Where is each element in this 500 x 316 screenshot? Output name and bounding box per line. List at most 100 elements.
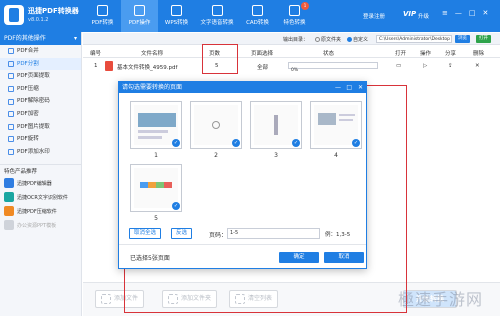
browse-button[interactable]: 浏览 — [455, 35, 470, 43]
checkbox-checked-icon[interactable]: ✓ — [292, 139, 300, 147]
sidebar: PDF的其他操作 ▾ PDF合并 PDF分割 PDF页面提取 PDF压缩 PDF解… — [0, 32, 82, 316]
confirm-button[interactable]: 确定 — [279, 252, 319, 263]
cad-icon — [252, 5, 263, 16]
nav-pdf-operations[interactable]: PDF操作 — [121, 0, 158, 32]
dialog-maximize-icon[interactable]: □ — [346, 82, 352, 93]
row-pages: 5 — [215, 63, 219, 69]
checkbox-checked-icon[interactable]: ✓ — [172, 202, 180, 210]
radio-icon — [315, 37, 320, 42]
recommend-title: 特色产品推荐 — [0, 164, 81, 176]
dialog-footer: 已选择5张页面 确定 取消 — [119, 244, 366, 268]
maximize-icon[interactable]: □ — [469, 9, 476, 17]
sidebar-item-pdf-rotate[interactable]: PDF旋转 — [0, 133, 81, 146]
nav-pdf-convert[interactable]: PDF转换 — [84, 0, 121, 32]
share-icon[interactable]: ⇪ — [448, 63, 453, 69]
delete-icon[interactable]: ✕ — [475, 63, 480, 69]
nav-special-convert[interactable]: 特色转换 1 — [276, 0, 313, 32]
add-file-button[interactable]: 添加文件 — [95, 290, 145, 308]
page-thumbnail-4[interactable]: ✓ — [310, 101, 362, 149]
sidebar-item-pdf-unlock[interactable]: PDF解除密码 — [0, 95, 81, 108]
vip-icon[interactable]: VIP — [403, 10, 416, 18]
top-nav: PDF转换 PDF操作 WPS转换 文字语音转换 CAD转换 特色转换 1 — [84, 0, 313, 32]
col-status: 状态 — [323, 51, 335, 57]
page-preview — [134, 105, 178, 145]
output-dir-label: 输出目录： — [283, 37, 309, 43]
split-icon — [8, 60, 14, 67]
rotate-icon — [8, 136, 14, 143]
operations-icon — [134, 5, 145, 16]
output-path-field[interactable]: C:\Users\Administrator\Desktop — [376, 35, 452, 43]
custom-folder-radio[interactable]: 自定义 — [347, 36, 368, 43]
sidebar-item-add-watermark[interactable]: PDF添加水印 — [0, 146, 81, 159]
operation-icon[interactable]: ▷ — [423, 63, 427, 69]
sidebar-item-pdf-split[interactable]: PDF分割 — [0, 57, 81, 71]
sidebar-item-pdf-merge[interactable]: PDF合并 — [0, 45, 81, 58]
app-name: 迅捷PDF转换器 — [28, 7, 79, 15]
recommend-app-pdf-editor[interactable]: 迅捷PDF编辑器 — [0, 176, 81, 190]
wps-icon — [171, 5, 182, 16]
pdf-editor-icon — [4, 178, 14, 189]
dialog-title-bar: 请勾选需要转换的页面 — □ ✕ — [119, 82, 366, 93]
add-folder-button[interactable]: 添加文件夹 — [162, 290, 218, 308]
selected-count-text: 已选择5张页面 — [130, 255, 170, 262]
invert-selection-button[interactable]: 反选 — [171, 228, 193, 239]
nav-wps-convert[interactable]: WPS转换 — [158, 0, 195, 32]
add-folder-icon — [168, 294, 178, 304]
login-register-link[interactable]: 登录注册 — [363, 12, 385, 20]
ocr-icon — [4, 192, 14, 203]
sidebar-item-page-extract[interactable]: PDF页面提取 — [0, 70, 81, 83]
window-controls: ≡ — □ ✕ — [442, 9, 488, 17]
nav-cad-convert[interactable]: CAD转换 — [239, 0, 276, 32]
page-range-label: 页码： — [209, 232, 228, 239]
conversion-progress-bar: 0% — [288, 62, 378, 73]
open-folder-button[interactable]: 打开 — [476, 35, 491, 43]
nav-text-speech[interactable]: 文字语音转换 — [195, 0, 239, 32]
page-range-example: 例：1,3-5 — [325, 232, 351, 238]
page-preview — [254, 105, 298, 145]
checkbox-checked-icon[interactable]: ✓ — [232, 139, 240, 147]
dialog-close-icon[interactable]: ✕ — [358, 82, 363, 93]
radio-checked-icon — [347, 37, 352, 42]
minimize-icon[interactable]: — — [455, 9, 462, 17]
dialog-actions: 取消全选 反选 页码： 1-5 例：1,3-5 — [129, 228, 359, 240]
col-open: 打开 — [395, 51, 407, 57]
table-row[interactable]: 1 基本文件转换_4959.pdf 5 全部 0% ▭ ▷ ⇪ ✕ — [83, 58, 500, 74]
extract-icon — [8, 73, 14, 80]
menu-icon[interactable]: ≡ — [442, 9, 448, 17]
page-label: 1 — [154, 152, 158, 159]
checkbox-checked-icon[interactable]: ✓ — [352, 139, 360, 147]
pdf-file-icon — [105, 61, 113, 71]
sidebar-item-pdf-compress[interactable]: PDF压缩 — [0, 83, 81, 96]
page-range-input[interactable]: 1-5 — [227, 228, 320, 239]
recommend-app-ppt[interactable]: 办公资源PPT模板 — [0, 218, 81, 232]
row-filename: 基本文件转换_4959.pdf — [117, 65, 178, 71]
page-thumbnail-3[interactable]: ✓ — [250, 101, 302, 149]
recommend-app-pdf-compress[interactable]: 迅捷PDF压缩软件 — [0, 204, 81, 218]
clear-list-button[interactable]: 清空列表 — [229, 290, 279, 308]
col-pages: 页数 — [209, 51, 221, 57]
sidebar-header[interactable]: PDF的其他操作 ▾ — [0, 32, 81, 45]
lock-icon — [8, 111, 14, 118]
checkbox-checked-icon[interactable]: ✓ — [172, 139, 180, 147]
site-watermark: 極速手游网 — [398, 290, 484, 309]
cancel-button[interactable]: 取消 — [324, 252, 364, 263]
chevron-down-icon: ▾ — [73, 35, 77, 42]
sidebar-item-pdf-encrypt[interactable]: PDF加密 — [0, 108, 81, 121]
page-thumbnail-2[interactable]: ✓ — [190, 101, 242, 149]
col-filename: 文件名称 — [141, 51, 164, 57]
deselect-all-button[interactable]: 取消全选 — [129, 228, 162, 239]
recommend-app-ocr[interactable]: 迅捷OCR文字识别软件 — [0, 190, 81, 204]
row-page-selection[interactable]: 全部 — [257, 63, 268, 71]
page-thumbnail-5[interactable]: ✓ — [130, 164, 182, 212]
dialog-minimize-icon[interactable]: — — [335, 82, 341, 93]
original-folder-radio[interactable]: 原文件夹 — [315, 36, 341, 43]
sidebar-item-image-extract[interactable]: PDF图片提取 — [0, 121, 81, 134]
page-thumbnails: ✓ 1 ✓ 2 ✓ 3 ✓ 4 ✓ 5 — [128, 99, 362, 227]
page-thumbnail-1[interactable]: ✓ — [130, 101, 182, 149]
vip-upgrade-link[interactable]: 升级 — [418, 12, 429, 20]
page-label: 2 — [214, 152, 218, 159]
speech-icon — [211, 5, 223, 16]
col-index: 编号 — [90, 51, 102, 57]
close-icon[interactable]: ✕ — [483, 9, 489, 17]
open-folder-icon[interactable]: ▭ — [396, 63, 401, 69]
